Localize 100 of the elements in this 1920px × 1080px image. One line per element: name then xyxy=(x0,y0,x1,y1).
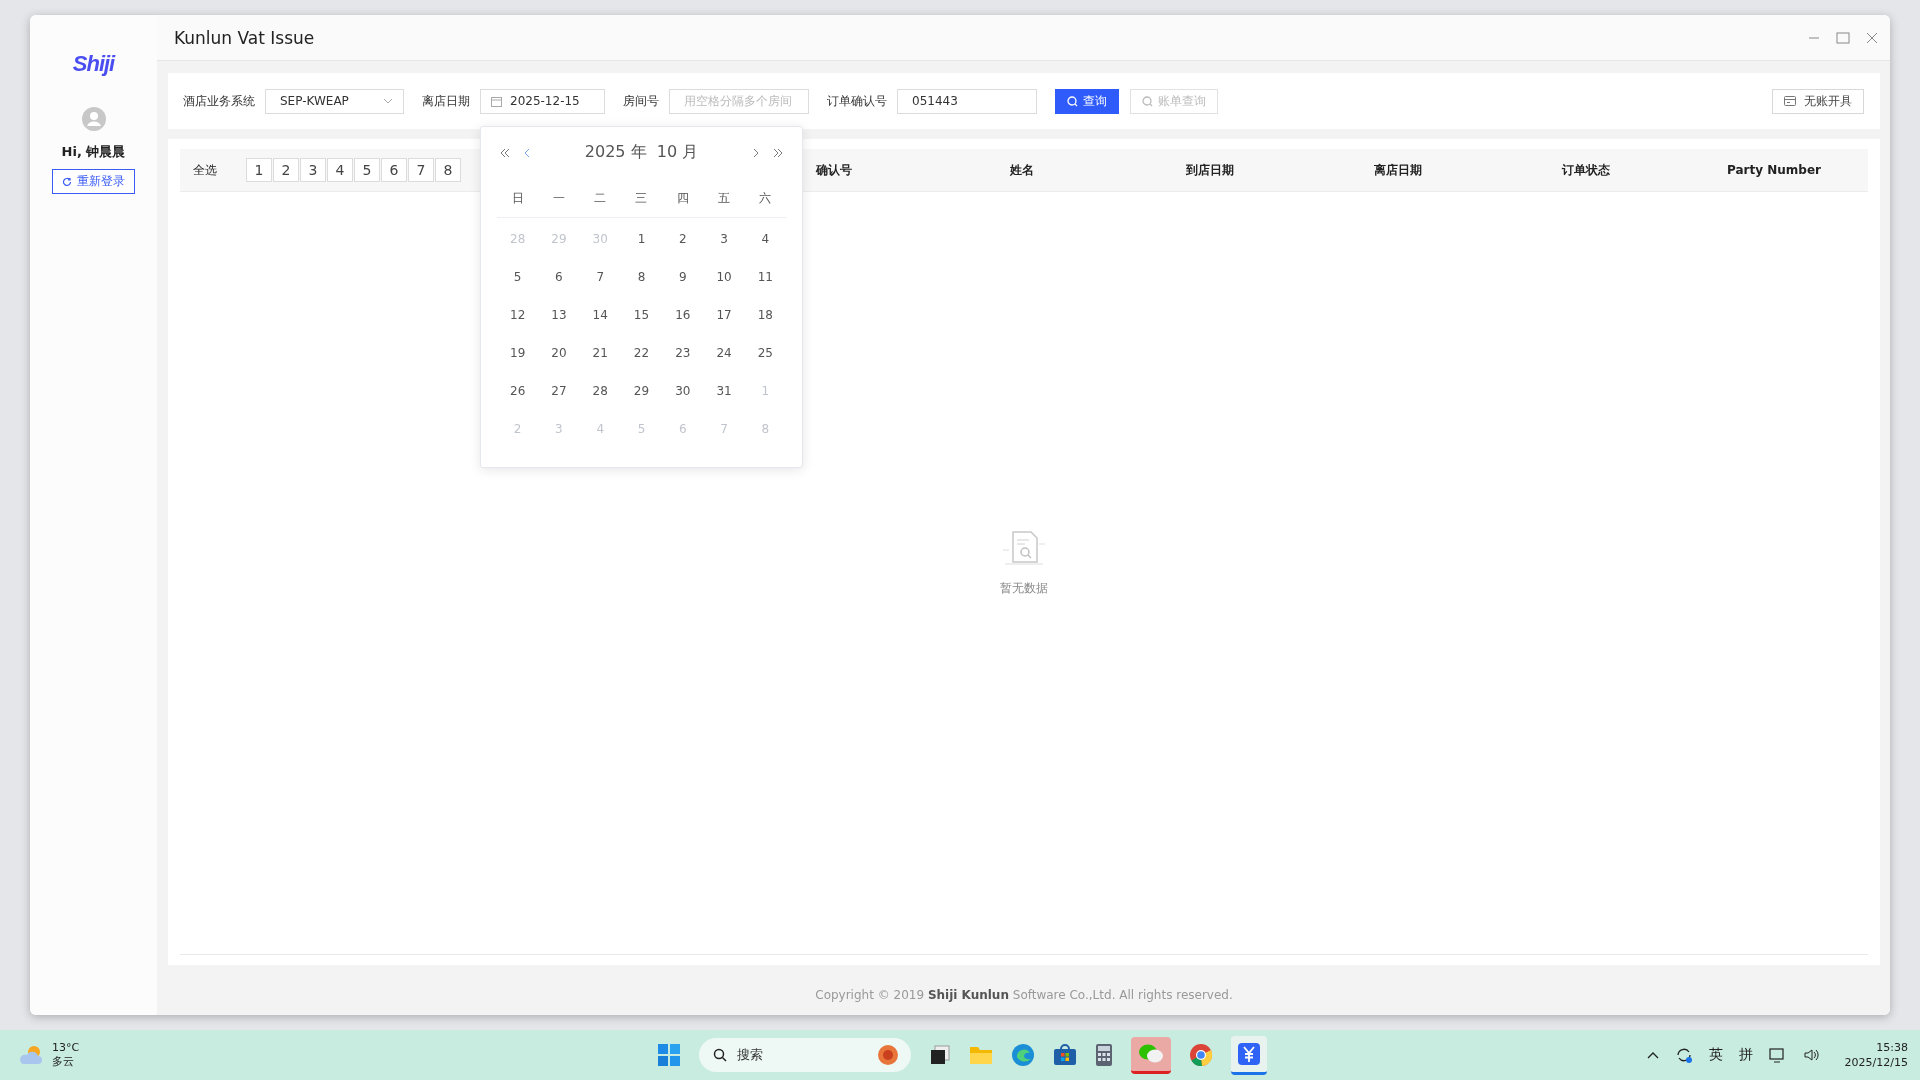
calendar-day[interactable]: 12 xyxy=(510,307,526,322)
calendar-day[interactable]: 18 xyxy=(757,307,773,322)
chevron-right-icon[interactable] xyxy=(753,147,759,158)
calendar-day[interactable]: 19 xyxy=(510,345,526,360)
weekday-label: 六 xyxy=(758,190,773,207)
calendar-day[interactable]: 25 xyxy=(757,345,773,360)
close-icon[interactable] xyxy=(1866,31,1878,44)
chevron-up-icon[interactable] xyxy=(1646,1051,1659,1059)
query-button[interactable]: 查询 xyxy=(1055,88,1119,114)
chat-app-button[interactable] xyxy=(1131,1036,1172,1074)
calendar-day[interactable]: 20 xyxy=(551,345,567,360)
card-icon xyxy=(1784,96,1796,106)
weekday-label: 二 xyxy=(593,190,608,207)
start-icon[interactable] xyxy=(657,1043,682,1067)
weekday-label: 四 xyxy=(675,190,690,207)
calendar-day[interactable]: 29 xyxy=(633,383,650,398)
copyright-text: Copyright © 2019 Shiji Kunlun Software Co.,Ltd. All rights reserved. xyxy=(814,987,1234,1004)
order-number-field[interactable]: 051443 xyxy=(897,88,1037,114)
field-label: 订单确认号 xyxy=(827,92,887,110)
store-icon[interactable] xyxy=(1053,1044,1078,1066)
double-chevron-left-icon[interactable] xyxy=(500,147,510,158)
chat-bubbles-icon xyxy=(1138,1042,1165,1065)
clock-time[interactable]: 15:38 xyxy=(1876,1040,1908,1055)
calendar-day[interactable]: 9 xyxy=(678,269,687,284)
weekday-label: 一 xyxy=(551,190,566,207)
input-method-indicator[interactable]: 拼 xyxy=(1738,1046,1753,1064)
date-field[interactable]: 2025-12-15 xyxy=(480,88,605,114)
calendar-day[interactable]: 8 xyxy=(637,269,646,284)
avatar-icon xyxy=(81,107,106,131)
column-header: 离店日期 xyxy=(1373,161,1423,179)
no-account-issue-button[interactable]: 无账开具 xyxy=(1772,88,1864,114)
window-title: Kunlun Vat Issue xyxy=(174,27,316,48)
calendar-day[interactable]: 27 xyxy=(551,383,567,398)
calendar-month-title: 2025 年 10 月 xyxy=(583,142,700,163)
double-chevron-right-icon[interactable] xyxy=(773,147,783,158)
network-icon[interactable] xyxy=(1768,1047,1787,1063)
search-icon xyxy=(713,1048,728,1062)
column-header: 到店日期 xyxy=(1185,161,1235,179)
search-icon xyxy=(1067,95,1078,107)
calculator-icon[interactable] xyxy=(1095,1043,1114,1067)
calendar-day[interactable]: 5 xyxy=(513,269,522,284)
empty-document-icon xyxy=(1001,529,1047,566)
weekday-label: 五 xyxy=(717,190,732,207)
calendar-day[interactable]: 6 xyxy=(555,269,563,284)
calendar-day[interactable]: 23 xyxy=(675,345,691,360)
yen-icon xyxy=(1237,1041,1262,1066)
speaker-icon[interactable] xyxy=(1802,1047,1821,1063)
page-number[interactable]: 7 xyxy=(408,158,434,182)
calendar-day[interactable]: 31 xyxy=(716,383,732,398)
weather-text: 多云 xyxy=(52,1055,75,1069)
select-all-label[interactable]: 全选 xyxy=(193,161,217,179)
refresh-icon xyxy=(62,176,72,187)
calendar-day[interactable]: 16 xyxy=(675,307,691,322)
calendar-day[interactable]: 21 xyxy=(592,345,608,360)
input-method-indicator[interactable]: 英 xyxy=(1708,1046,1723,1064)
calendar-day[interactable]: 10 xyxy=(716,269,732,284)
relogin-button[interactable]: 重新登录 xyxy=(52,169,135,194)
calendar-day[interactable]: 3 xyxy=(720,231,728,246)
calendar-day[interactable]: 4 xyxy=(761,231,770,246)
page-number[interactable]: 4 xyxy=(327,158,353,182)
logo: Shiji xyxy=(72,51,115,77)
page-number[interactable]: 5 xyxy=(354,158,380,182)
calendar-icon xyxy=(491,95,502,107)
calendar-day[interactable]: 14 xyxy=(592,307,608,322)
calendar-day[interactable]: 22 xyxy=(633,345,650,360)
greeting: Hi, 钟晨晨 xyxy=(61,143,126,161)
page-number[interactable]: 3 xyxy=(300,158,326,182)
page-number[interactable]: 8 xyxy=(435,158,461,182)
empty-state-text: 暂无数据 xyxy=(1000,579,1048,597)
chevron-down-icon xyxy=(383,98,393,104)
taskbar-search-field[interactable]: 搜索 xyxy=(699,1038,912,1072)
column-header: 姓名 xyxy=(1009,161,1035,179)
weekday-label: 日 xyxy=(510,190,525,207)
browser-icon[interactable] xyxy=(1011,1043,1036,1067)
calendar-day[interactable]: 24 xyxy=(716,345,732,360)
calendar-day[interactable]: 17 xyxy=(716,307,732,322)
chevron-left-icon[interactable] xyxy=(524,147,530,158)
calendar-day[interactable]: 26 xyxy=(510,383,526,398)
column-header: 确认号 xyxy=(814,161,853,179)
page-number[interactable]: 2 xyxy=(273,158,299,182)
temperature-text: 13°C xyxy=(52,1041,80,1055)
field-label: 房间号 xyxy=(623,92,659,110)
calendar-day[interactable]: 2 xyxy=(678,231,687,246)
yen-app-button[interactable] xyxy=(1231,1035,1268,1075)
calendar-day[interactable]: 7 xyxy=(596,269,604,284)
calendar-day[interactable]: 11 xyxy=(757,269,773,284)
calendar-day[interactable]: 15 xyxy=(633,307,650,322)
search-icon xyxy=(1142,95,1153,107)
chrome-icon[interactable] xyxy=(1189,1043,1214,1067)
task-view-icon[interactable] xyxy=(929,1044,952,1066)
clock-date[interactable]: 2025/12/15 xyxy=(1844,1055,1908,1070)
field-label: 离店日期 xyxy=(422,92,470,110)
system-select[interactable]: SEP-KWEAP xyxy=(265,88,404,114)
sync-icon[interactable] xyxy=(1674,1046,1693,1064)
calendar-day[interactable]: 1 xyxy=(637,231,646,246)
page-number[interactable]: 6 xyxy=(381,158,407,182)
page-number[interactable]: 1 xyxy=(246,158,272,182)
calendar-day[interactable]: 13 xyxy=(551,307,567,322)
calendar-day[interactable]: 28 xyxy=(592,383,608,398)
calendar-day[interactable]: 30 xyxy=(675,383,691,398)
